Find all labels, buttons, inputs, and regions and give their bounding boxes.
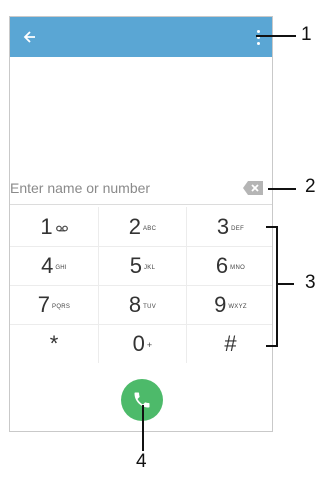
- key-digit: 0: [132, 331, 145, 356]
- key-5[interactable]: 5 JKL: [98, 246, 186, 285]
- key-9[interactable]: 9 WXYZ: [186, 285, 272, 324]
- key-letters: ABC: [143, 225, 157, 232]
- key-letters: PQRS: [52, 304, 71, 310]
- key-letters: GHI: [55, 265, 67, 271]
- key-star[interactable]: *: [10, 324, 98, 363]
- key-letters: TUV: [143, 304, 157, 310]
- more-vert-icon[interactable]: [252, 27, 264, 47]
- callout-label-1: 1: [301, 24, 312, 45]
- callout-line-2: [268, 188, 296, 190]
- dialer-screen: 1 2 ABC 3 DEF 4 GHI 5 JKL 6 MNO 7 PQRS 8: [9, 16, 273, 432]
- back-arrow-icon[interactable]: [20, 27, 40, 47]
- backspace-icon[interactable]: [242, 180, 264, 196]
- key-digit: *: [49, 331, 59, 356]
- key-hash[interactable]: #: [186, 324, 272, 363]
- key-letters: JKL: [144, 265, 156, 271]
- callout-line-1: [256, 35, 296, 37]
- key-0[interactable]: 0 +: [98, 324, 186, 363]
- callout-label-4: 4: [136, 451, 147, 472]
- key-digit: 1: [40, 213, 53, 239]
- key-digit: 5: [129, 253, 142, 278]
- callout-line-3: [276, 283, 294, 285]
- callout-label-3: 3: [305, 272, 316, 293]
- key-digit: 9: [214, 292, 227, 317]
- key-4[interactable]: 4 GHI: [10, 246, 98, 285]
- callout-label-2: 2: [305, 176, 316, 197]
- key-digit: 6: [215, 253, 229, 278]
- key-digit: 4: [41, 253, 54, 278]
- voicemail-icon: [55, 225, 68, 232]
- callout-bracket-bottom: [266, 345, 278, 347]
- key-7[interactable]: 7 PQRS: [10, 285, 98, 324]
- key-3[interactable]: 3 DEF: [186, 207, 272, 246]
- callout-bracket-vertical: [276, 226, 278, 347]
- key-digit: 2: [128, 213, 141, 239]
- key-1[interactable]: 1: [10, 207, 98, 246]
- key-letters: +: [146, 340, 153, 350]
- key-6[interactable]: 6 MNO: [186, 246, 272, 285]
- key-letters: WXYZ: [228, 304, 247, 310]
- app-bar: [10, 17, 272, 57]
- name-or-number-input[interactable]: [10, 177, 210, 199]
- callout-line-4: [142, 405, 144, 451]
- key-letters: MNO: [230, 265, 246, 271]
- key-2[interactable]: 2 ABC: [98, 207, 186, 246]
- number-display-area: [10, 57, 272, 189]
- input-row: [10, 173, 272, 205]
- key-digit: #: [224, 331, 237, 356]
- key-digit: 3: [216, 213, 230, 239]
- key-digit: 7: [37, 292, 51, 317]
- keypad: 1 2 ABC 3 DEF 4 GHI 5 JKL 6 MNO 7 PQRS 8: [10, 207, 272, 363]
- key-letters: DEF: [231, 225, 245, 232]
- key-digit: 8: [128, 292, 142, 317]
- key-8[interactable]: 8 TUV: [98, 285, 186, 324]
